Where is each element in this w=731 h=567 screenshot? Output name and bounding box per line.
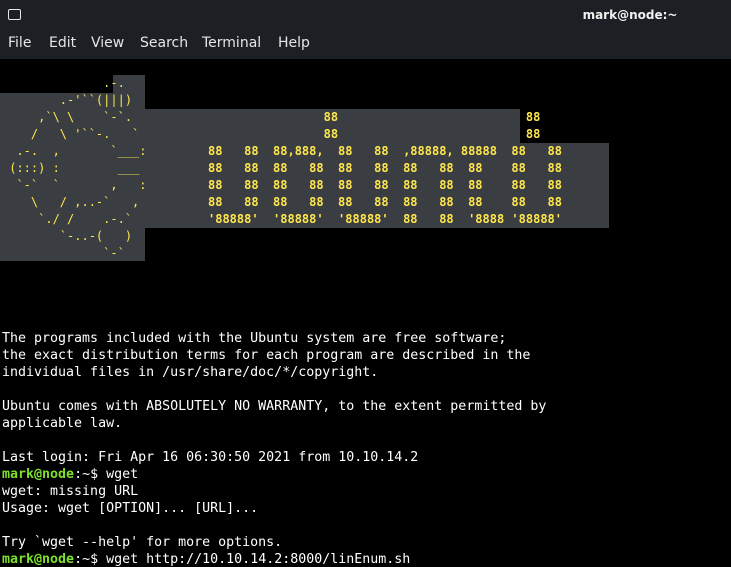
prompt-line: mark@node:~$ wget <box>2 466 138 483</box>
prompt-line: mark@node:~$ wget http://10.10.14.2:8000… <box>2 551 410 567</box>
output-line: Last login: Fri Apr 16 06:30:50 2021 fro… <box>2 450 419 465</box>
output-line: the exact distribution terms for each pr… <box>2 348 531 363</box>
command-text: wget http://10.10.14.2:8000/linEnum.sh <box>106 552 411 567</box>
output-line: individual files in /usr/share/doc/*/cop… <box>2 365 379 380</box>
ubuntu-ascii-wordmark: 88 88 88 88 88 88 88,888, 88 88 ,88888, … <box>208 110 563 226</box>
prompt-user-host: mark@node <box>2 552 75 567</box>
output-line: Ubuntu comes with ABSOLUTELY NO WARRANTY… <box>2 399 547 414</box>
prompt-path: :~$ <box>74 552 107 567</box>
output-line: The programs included with the Ubuntu sy… <box>2 331 507 346</box>
menu-edit[interactable]: Edit <box>49 35 76 51</box>
menu-search[interactable]: Search <box>140 35 188 51</box>
output-line: Try `wget --help' for more options. <box>2 535 283 550</box>
command-text: wget <box>106 467 139 482</box>
prompt-user-host: mark@node <box>2 467 75 482</box>
output-line: Usage: wget [OPTION]... [URL]... <box>2 501 259 516</box>
menu-view[interactable]: View <box>91 35 124 51</box>
title-bar: mark@node:~ <box>0 0 731 30</box>
menu-file[interactable]: File <box>8 35 31 51</box>
menu-bar: File Edit View Search Terminal Help <box>0 30 731 59</box>
menu-help[interactable]: Help <box>278 35 310 51</box>
prompt-path: :~$ <box>74 467 107 482</box>
output-line: applicable law. <box>2 416 123 431</box>
output-line: wget: missing URL <box>2 484 139 499</box>
ubuntu-ascii-logo: .-. .-'``(|||) ,`\ \ `-`. / \ '``-. ` .-… <box>9 76 147 260</box>
terminal-window-icon[interactable] <box>8 9 21 20</box>
terminal-output[interactable]: .-. .-'``(|||) ,`\ \ `-`. / \ '``-. ` .-… <box>0 59 731 567</box>
menu-terminal[interactable]: Terminal <box>202 35 261 51</box>
window-title: mark@node:~ <box>582 8 678 22</box>
